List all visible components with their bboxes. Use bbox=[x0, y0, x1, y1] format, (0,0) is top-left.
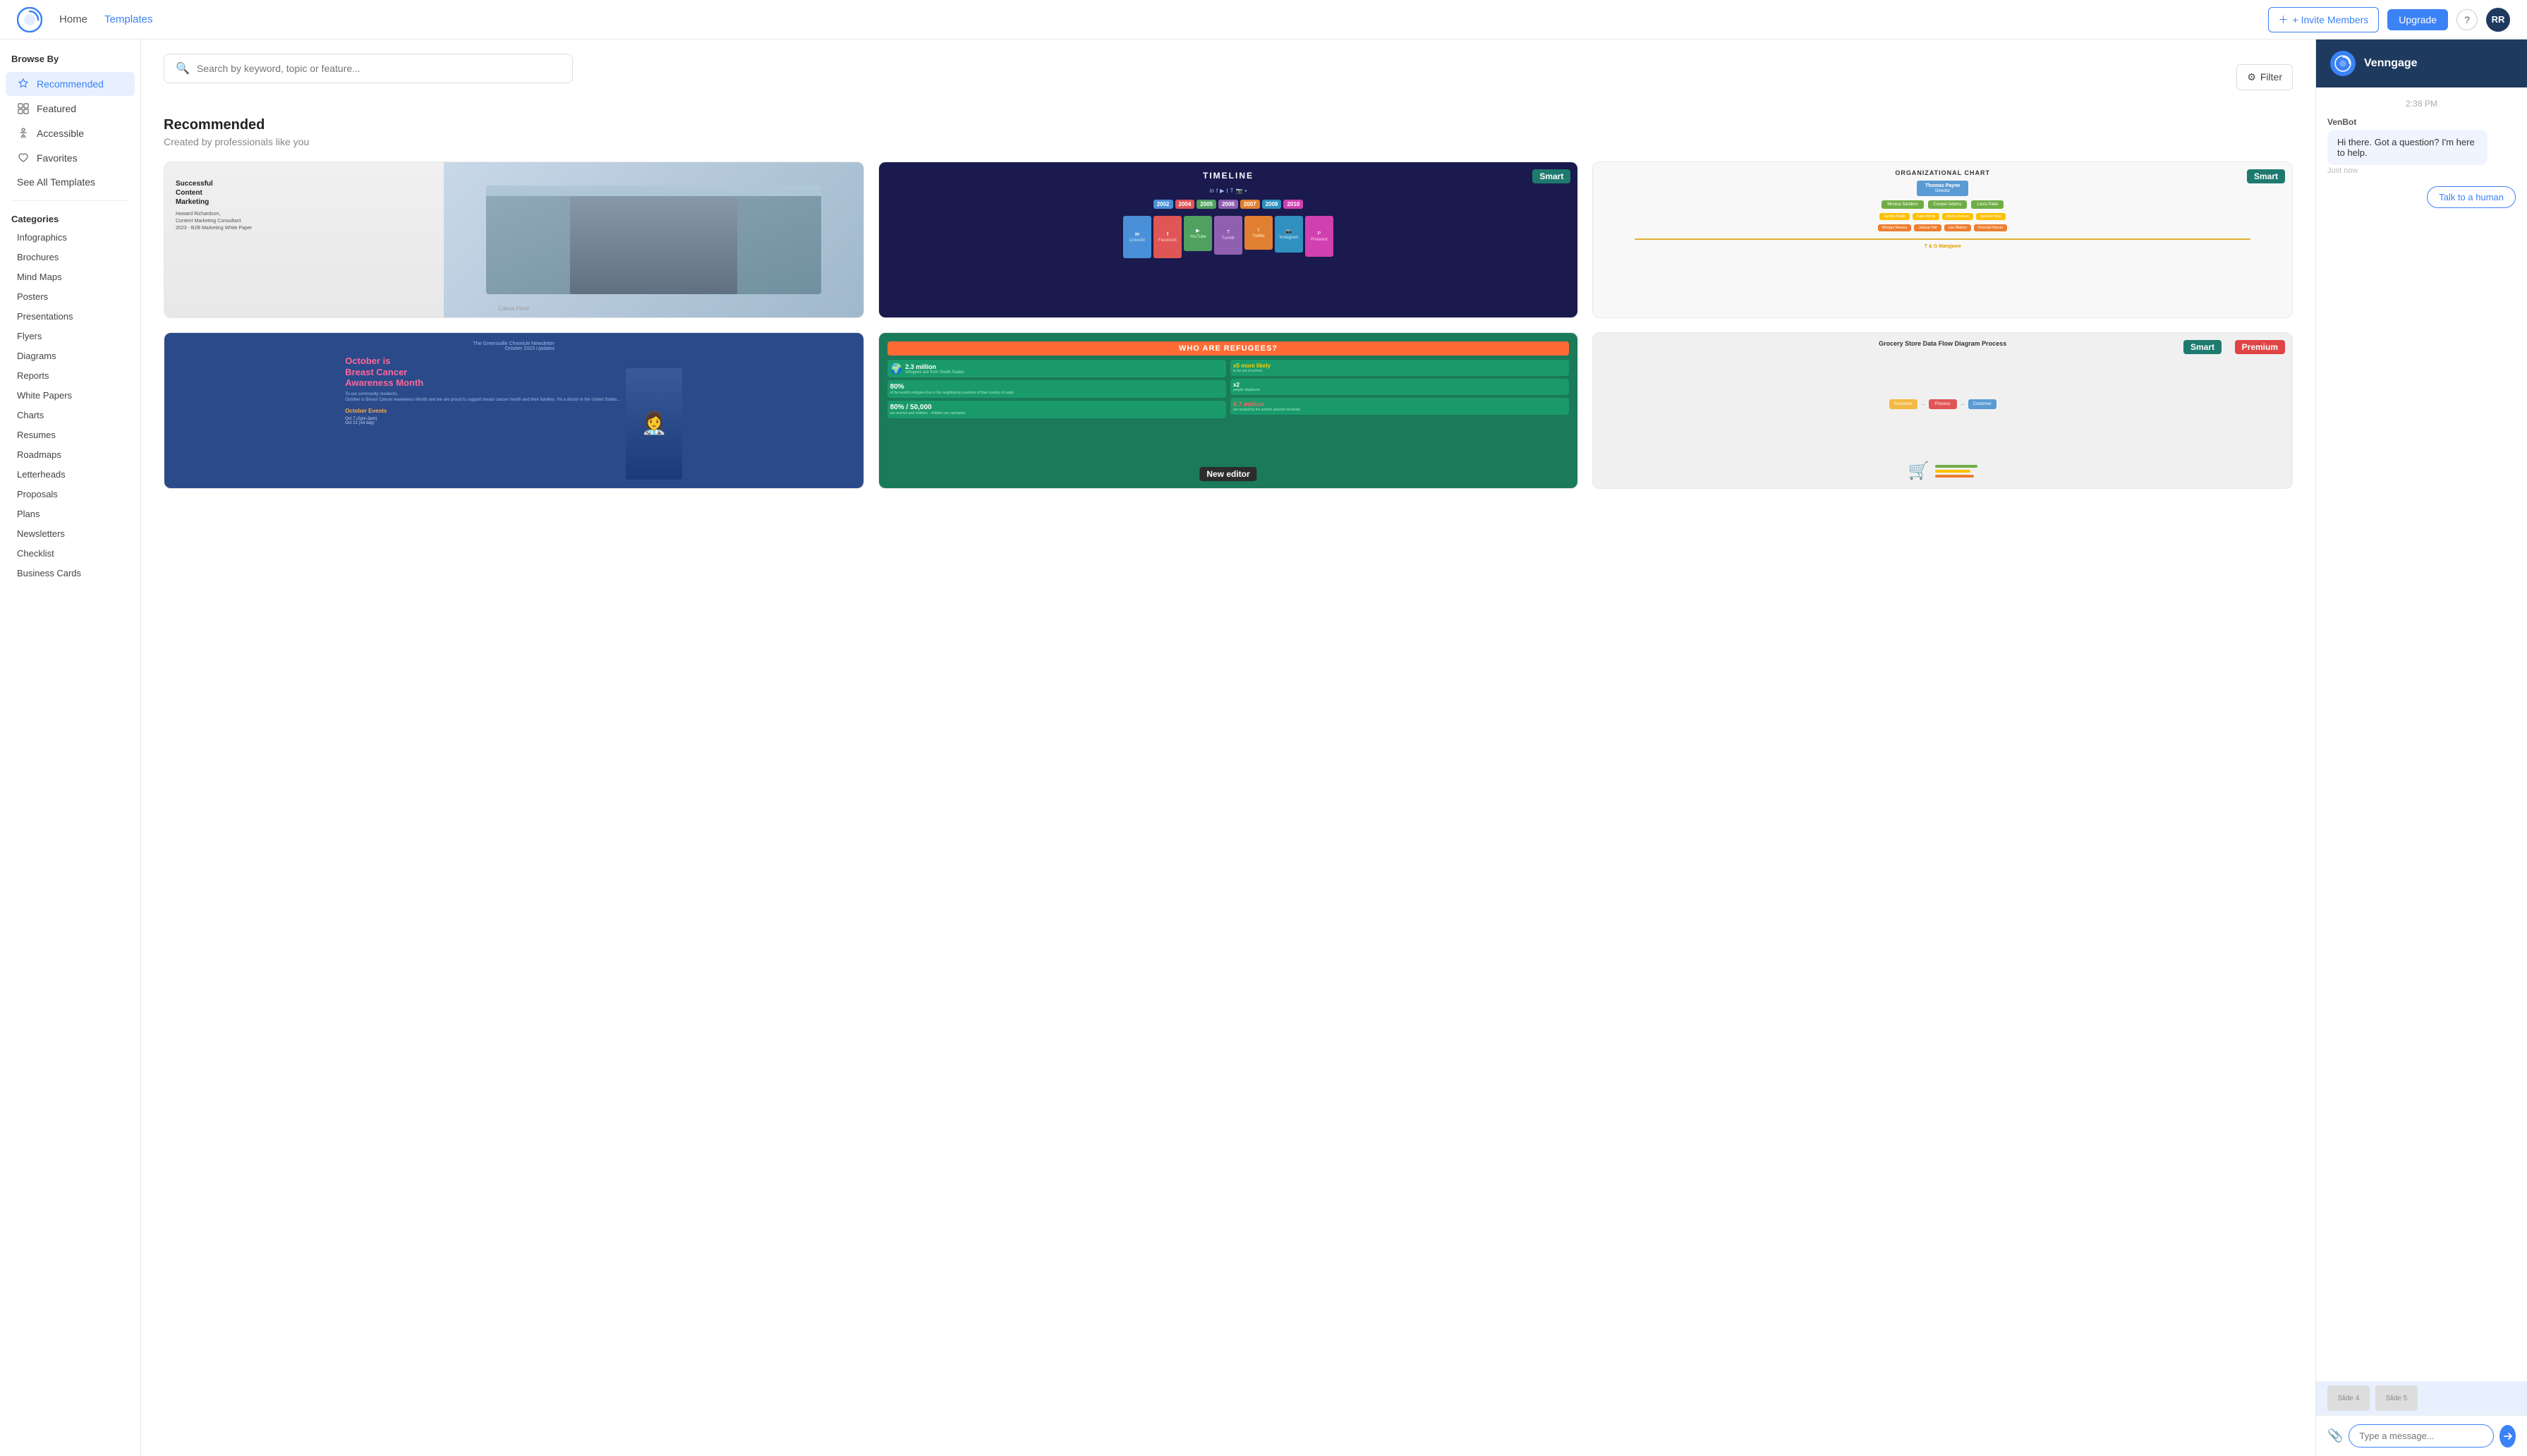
section-subtitle: Created by professionals like you bbox=[164, 136, 2293, 147]
grid-icon bbox=[17, 102, 30, 115]
invite-members-button[interactable]: ＋ + Invite Members bbox=[2268, 7, 2380, 32]
talk-to-human-button[interactable]: Talk to a human bbox=[2427, 186, 2516, 208]
chat-timestamp: 2:38 PM bbox=[2327, 99, 2516, 109]
attach-icon[interactable]: 📎 bbox=[2327, 1428, 2343, 1443]
sidebar-cat-letterheads[interactable]: Letterheads bbox=[6, 465, 135, 484]
template-grid: SuccessfulContentMarketing Howard Richar… bbox=[164, 162, 2293, 489]
new-editor-badge: New editor bbox=[1199, 467, 1256, 481]
avatar[interactable]: RR bbox=[2486, 8, 2510, 32]
logo-icon[interactable] bbox=[17, 7, 42, 32]
sidebar-cat-roadmaps[interactable]: Roadmaps bbox=[6, 445, 135, 464]
sidebar-cat-charts[interactable]: Charts bbox=[6, 406, 135, 425]
chat-bot-message: VenBot Hi there. Got a question? I'm her… bbox=[2327, 117, 2516, 175]
chat-bottom-bar: Slide 4 Slide 5 bbox=[2316, 1381, 2527, 1415]
upgrade-button[interactable]: Upgrade bbox=[2387, 9, 2448, 30]
sidebar-cat-reports[interactable]: Reports bbox=[6, 366, 135, 385]
nav-home[interactable]: Home bbox=[59, 13, 87, 25]
search-icon: 🔍 bbox=[176, 61, 190, 75]
template-card-timeline[interactable]: Smart TIMELINE in f ▶ t T 📷 ▪ bbox=[878, 162, 1579, 318]
sidebar-cat-presentations[interactable]: Presentations bbox=[6, 307, 135, 326]
sidebar-cat-posters[interactable]: Posters bbox=[6, 287, 135, 306]
sidebar-item-accessible[interactable]: Accessible bbox=[6, 121, 135, 145]
sidebar-cat-newsletters[interactable]: Newsletters bbox=[6, 524, 135, 543]
sidebar-featured-label: Featured bbox=[37, 103, 76, 114]
sidebar-item-recommended[interactable]: Recommended bbox=[6, 72, 135, 96]
sidebar-favorites-label: Favorites bbox=[37, 152, 78, 164]
template-card-org-chart[interactable]: Smart ORGANIZATIONAL CHART Thomas PayneD… bbox=[1592, 162, 2293, 318]
chat-body: 2:38 PM VenBot Hi there. Got a question?… bbox=[2316, 87, 2527, 1381]
sidebar-cat-diagrams[interactable]: Diagrams bbox=[6, 346, 135, 365]
template-card-refugees[interactable]: New editor WHO ARE REFUGEES? 🌍 2.3 milli… bbox=[878, 332, 1579, 489]
chat-input[interactable] bbox=[2349, 1424, 2494, 1448]
sidebar-item-featured[interactable]: Featured bbox=[6, 97, 135, 121]
section-title: Recommended bbox=[164, 117, 2293, 133]
sidebar-cat-infographics[interactable]: Infographics bbox=[6, 228, 135, 247]
chat-title: Venngage bbox=[2364, 57, 2418, 70]
template-card-content-marketing[interactable]: SuccessfulContentMarketing Howard Richar… bbox=[164, 162, 864, 318]
premium-badge-grocery: Premium bbox=[2235, 340, 2285, 354]
chat-footer: 📎 bbox=[2316, 1415, 2527, 1456]
template-card-grocery-flow[interactable]: Smart Premium Grocery Store Data Flow Di… bbox=[1592, 332, 2293, 489]
filter-button[interactable]: ⚙ Filter bbox=[2236, 64, 2293, 90]
browse-by-title: Browse By bbox=[0, 54, 140, 71]
sidebar-cat-white-papers[interactable]: White Papers bbox=[6, 386, 135, 405]
accessible-icon bbox=[17, 127, 30, 140]
template-card-breast-cancer[interactable]: The Greensville Chronicle NewsletterOcto… bbox=[164, 332, 864, 489]
search-bar: 🔍 bbox=[164, 54, 573, 83]
sidebar-cat-brochures[interactable]: Brochures bbox=[6, 248, 135, 267]
chat-panel: Venngage 2:38 PM VenBot Hi there. Got a … bbox=[2315, 40, 2527, 1456]
nav-templates[interactable]: Templates bbox=[104, 13, 152, 25]
chat-message-bubble: Hi there. Got a question? I'm here to he… bbox=[2327, 130, 2487, 165]
heart-icon bbox=[17, 152, 30, 164]
sidebar-cat-business-cards[interactable]: Business Cards bbox=[6, 564, 135, 583]
venngage-chat-logo bbox=[2330, 51, 2356, 76]
slide-thumb-5[interactable]: Slide 5 bbox=[2375, 1385, 2418, 1411]
sidebar-cat-plans[interactable]: Plans bbox=[6, 504, 135, 523]
sidebar-accessible-label: Accessible bbox=[37, 128, 84, 139]
smart-badge-timeline: Smart bbox=[1532, 169, 1570, 183]
categories-title: Categories bbox=[0, 208, 140, 227]
sidebar-cat-checklist[interactable]: Checklist bbox=[6, 544, 135, 563]
chat-bot-name: VenBot bbox=[2327, 117, 2516, 127]
header: Home Templates ＋ + Invite Members Upgrad… bbox=[0, 0, 2527, 40]
smart-badge-grocery: Smart bbox=[2183, 340, 2222, 354]
sidebar-item-favorites[interactable]: Favorites bbox=[6, 146, 135, 170]
sidebar-cat-flyers[interactable]: Flyers bbox=[6, 327, 135, 346]
search-input[interactable] bbox=[197, 63, 561, 74]
help-button[interactable]: ? bbox=[2456, 9, 2478, 30]
sidebar-cat-resumes[interactable]: Resumes bbox=[6, 425, 135, 444]
chat-message-time: Just now bbox=[2327, 166, 2516, 175]
chat-header: Venngage bbox=[2316, 40, 2527, 87]
sidebar-see-all-label: See All Templates bbox=[17, 176, 95, 188]
main-content: 🔍 ⚙ Filter Recommended Created by profes… bbox=[141, 40, 2315, 1456]
sidebar: Browse By Recommended Featured bbox=[0, 40, 141, 1456]
slide-thumb-4[interactable]: Slide 4 bbox=[2327, 1385, 2370, 1411]
sidebar-divider bbox=[11, 200, 129, 201]
nav: Home Templates bbox=[59, 13, 152, 25]
plus-icon: ＋ bbox=[2279, 13, 2289, 27]
sidebar-recommended-label: Recommended bbox=[37, 78, 104, 90]
star-icon bbox=[17, 78, 30, 90]
chat-send-button[interactable] bbox=[2499, 1425, 2516, 1448]
sidebar-cat-proposals[interactable]: Proposals bbox=[6, 485, 135, 504]
header-actions: ＋ + Invite Members Upgrade ? RR bbox=[2268, 7, 2510, 32]
filter-icon: ⚙ bbox=[2247, 71, 2256, 83]
sidebar-cat-mind-maps[interactable]: Mind Maps bbox=[6, 267, 135, 286]
sidebar-item-see-all[interactable]: See All Templates bbox=[6, 171, 135, 193]
smart-badge-org: Smart bbox=[2247, 169, 2285, 183]
layout: Browse By Recommended Featured bbox=[0, 40, 2527, 1456]
search-row: 🔍 ⚙ Filter bbox=[164, 54, 2293, 100]
